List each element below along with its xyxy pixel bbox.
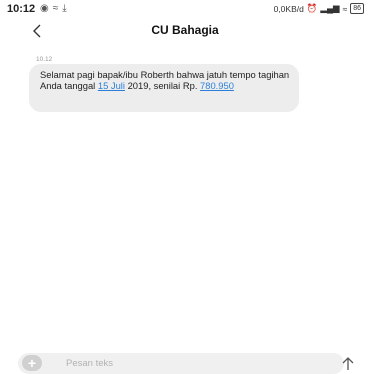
message-bubble: Selamat pagi bapak/ibu Roberth bahwa jat…	[29, 64, 299, 112]
plus-icon: +	[27, 355, 37, 371]
battery-icon: 86	[350, 3, 364, 14]
message-text-middle: 2019, senilai Rp.	[124, 79, 201, 91]
message-input[interactable]	[66, 356, 316, 371]
signal-icon: ▂▄▆	[320, 3, 340, 13]
back-button[interactable]	[28, 21, 48, 41]
send-button[interactable]	[340, 353, 356, 373]
conversation-header: CU Bahagia	[0, 18, 370, 46]
date-link[interactable]: 15 Juli	[98, 80, 125, 91]
network-speed: 0,0KB/d	[273, 3, 304, 14]
wifi-icon: ≈	[342, 3, 348, 14]
message-timestamp: 10.12	[36, 56, 53, 63]
back-arrow-icon	[33, 24, 41, 38]
send-arrow-icon	[342, 357, 354, 370]
wifi-off-icon: ≈	[52, 3, 63, 14]
amount-link[interactable]: 780.950	[200, 80, 234, 91]
download-icon: ⤓	[62, 3, 71, 14]
status-bar: 10:12 ◉≈⤓ 0,0KB/d ⏰ ▂▄▆ ≈ 86	[0, 0, 370, 18]
conversation-title: CU Bahagia	[151, 23, 219, 37]
status-time: 10:12	[7, 3, 36, 15]
alarm-icon: ⏰	[306, 3, 318, 13]
status-right: 0,0KB/d ⏰ ▂▄▆ ≈ 86	[274, 3, 364, 14]
notification-icon: ◉	[40, 3, 53, 14]
composer-bar: +	[18, 353, 344, 374]
attach-button[interactable]: +	[22, 355, 42, 371]
status-icons-left: ◉≈⤓	[40, 3, 71, 14]
